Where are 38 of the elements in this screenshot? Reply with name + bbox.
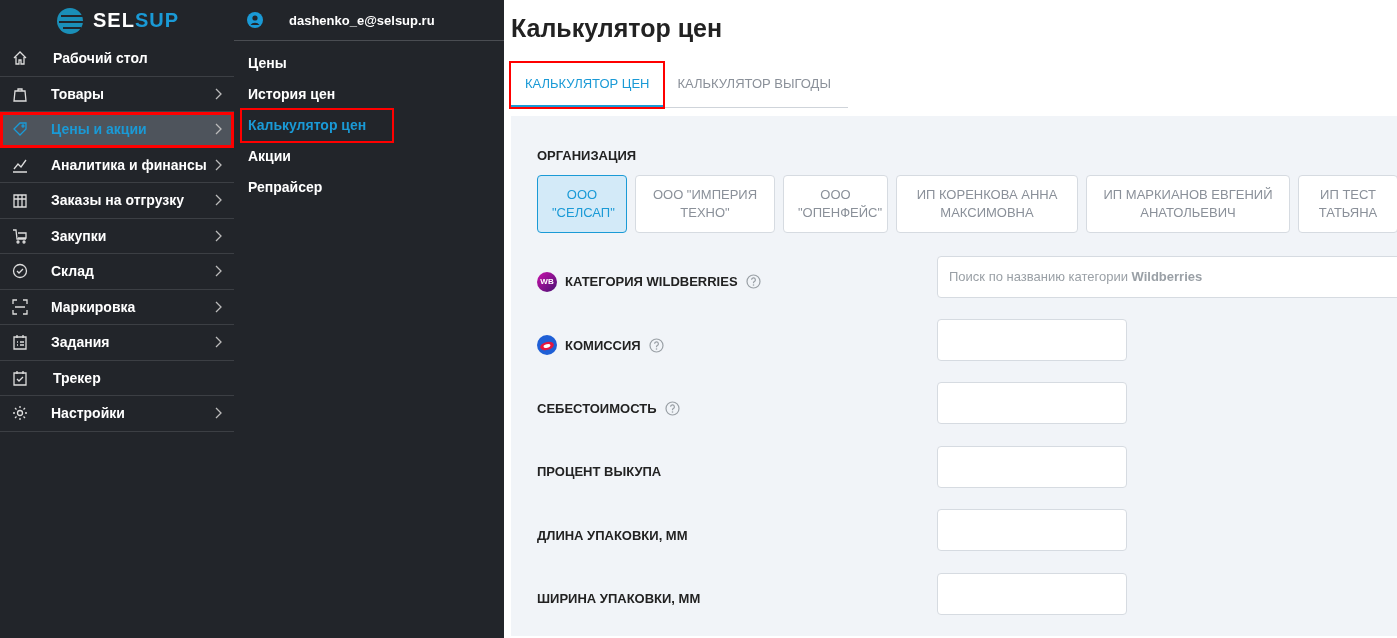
- logo-text: SELSUP: [93, 9, 179, 32]
- submenu-item[interactable]: Калькулятор цен: [242, 110, 393, 141]
- bag-icon: [12, 85, 28, 102]
- cart-icon: [12, 227, 28, 244]
- tracker-icon: [12, 369, 28, 386]
- submenu-item[interactable]: История цен: [242, 79, 342, 110]
- input-field[interactable]: [937, 572, 1127, 615]
- sidebar-item[interactable]: Маркировка: [0, 289, 234, 325]
- sidebar-item[interactable]: Заказы на отгрузку: [0, 183, 234, 219]
- scan-icon: [12, 298, 28, 315]
- input-field[interactable]: [937, 445, 1127, 488]
- help-icon[interactable]: [664, 400, 680, 416]
- home-icon: [12, 50, 28, 67]
- field-label: ШИРИНА УПАКОВКИ, ММ: [537, 591, 701, 607]
- field-label: ОРГАНИЗАЦИЯ: [537, 148, 638, 163]
- help-icon[interactable]: [745, 274, 761, 290]
- input-field[interactable]: [937, 509, 1127, 552]
- input-field[interactable]: [937, 382, 1127, 425]
- tasks-icon: [12, 334, 28, 351]
- marketplace-logo-icon: [537, 335, 557, 356]
- page-title: Калькулятор цен: [511, 14, 724, 44]
- marketplace-logo-icon: WB: [537, 271, 557, 292]
- tag-icon: [12, 121, 28, 138]
- field-label: СЕБЕСТОИМОСТЬ: [537, 400, 657, 416]
- user-avatar-icon: [247, 12, 263, 28]
- field-label: КАТЕГОРИЯ WILDBERRIES: [565, 274, 738, 290]
- sidebar-item[interactable]: Трекер: [0, 360, 234, 396]
- field-label: ПРОЦЕНТ ВЫКУПА: [537, 464, 662, 480]
- input-field[interactable]: [937, 319, 1127, 362]
- sidebar-item[interactable]: Задания: [0, 325, 234, 361]
- submenu-item[interactable]: Цены: [242, 48, 293, 79]
- submenu-item[interactable]: Акции: [242, 141, 297, 172]
- help-icon[interactable]: [648, 337, 664, 353]
- submenu-item[interactable]: Репрайсер: [242, 172, 329, 203]
- field-label: КОМИССИЯ: [565, 337, 641, 353]
- check-icon: [12, 263, 28, 280]
- user-email: dashenko_e@selsup.ru: [289, 12, 435, 28]
- field-label: ДЛИНА УПАКОВКИ, ММ: [537, 527, 688, 543]
